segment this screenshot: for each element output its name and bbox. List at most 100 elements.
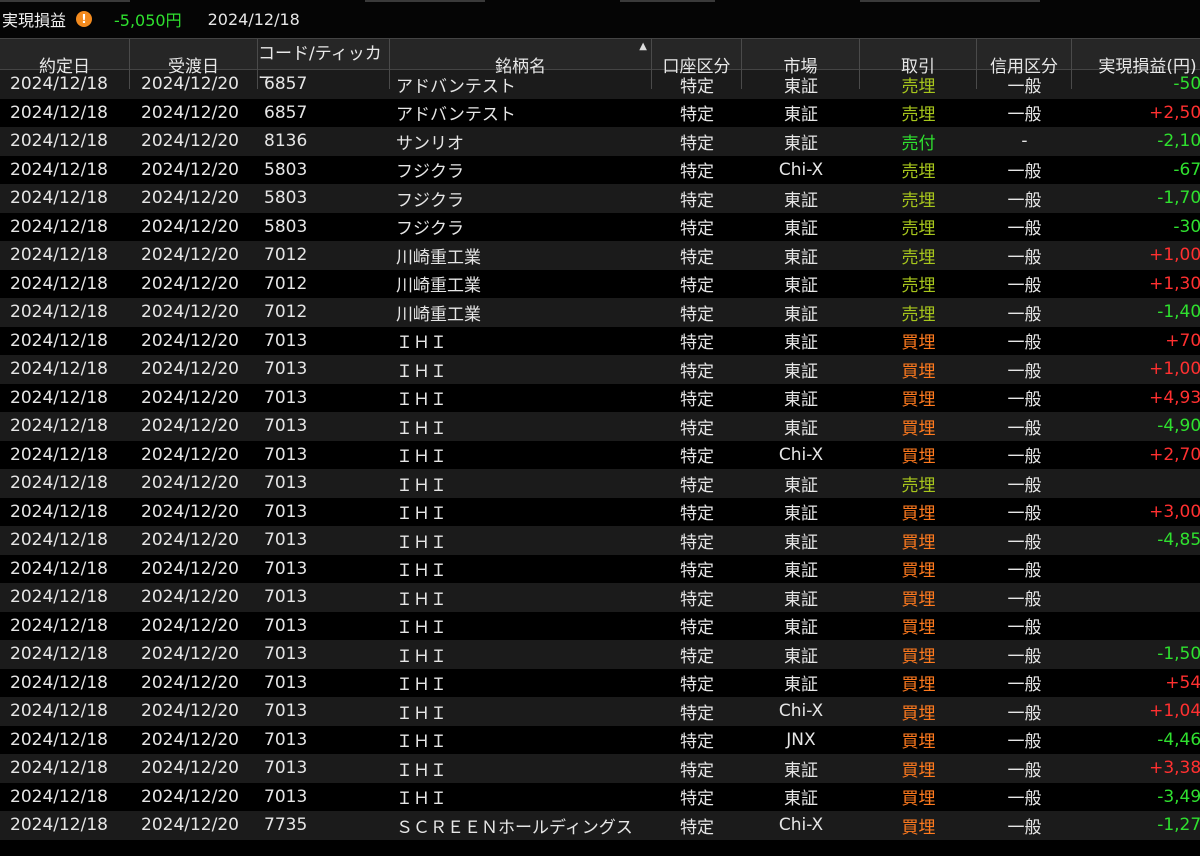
table-row[interactable]: 2024/12/18 2024/12/20 7735 ＳＣＲＥＥＮホールディングス 特定…	[0, 811, 1200, 840]
col-header-pnl[interactable]: 実現損益(円)	[1072, 39, 1200, 89]
pnl-cell: +3,000	[1149, 501, 1200, 522]
trade-type-cell: 売埋	[901, 304, 936, 325]
account-cell: 特定	[680, 447, 714, 468]
market-cell: 東証	[784, 390, 818, 411]
table-row[interactable]: 2024/12/18 2024/12/20 8136 サンリオ 特定 東証 売付 - -2,10…	[0, 127, 1200, 156]
credit-cell: 一般	[1007, 646, 1042, 667]
col-header-settle-date[interactable]: 受渡日	[130, 39, 258, 89]
credit-cell: 一般	[1007, 390, 1042, 411]
pnl-cell: -1,270	[1157, 815, 1200, 836]
trade-type-cell: 売埋	[901, 105, 936, 126]
table-row[interactable]: 2024/12/18 2024/12/20 7013 ＩＨＩ 特定 Chi-X 買埋 一般 +1…	[0, 697, 1200, 726]
col-header-trade-date[interactable]: 約定日	[0, 39, 130, 89]
name-cell: ＩＨＩ	[396, 333, 447, 354]
market-cell: 東証	[784, 418, 818, 439]
name-cell: ＩＨＩ	[396, 561, 447, 582]
code-cell: 7012	[264, 273, 308, 294]
settle-date-cell: 2024/12/20	[141, 815, 239, 836]
trade-date-cell: 2024/12/18	[10, 815, 108, 836]
credit-cell: 一般	[1007, 304, 1042, 325]
settle-date-cell: 2024/12/20	[141, 729, 239, 750]
trade-date-cell: 2024/12/18	[10, 587, 108, 608]
account-cell: 特定	[680, 190, 714, 211]
account-cell: 特定	[680, 789, 714, 810]
table-row[interactable]: 2024/12/18 2024/12/20 7013 ＩＨＩ 特定 東証 買埋 一般 -3,49…	[0, 782, 1200, 811]
trade-type-cell: 買埋	[901, 817, 936, 838]
trade-type-cell: 売埋	[901, 276, 936, 297]
table-row[interactable]: 2024/12/18 2024/12/20 7013 ＩＨＩ 特定 東証 買埋 一般 0	[0, 583, 1200, 612]
table-row[interactable]: 2024/12/18 2024/12/20 5803 フジクラ 特定 東証 売埋 一般 -300	[0, 212, 1200, 241]
credit-cell: -	[1021, 131, 1028, 152]
trade-date-cell: 2024/12/18	[10, 159, 108, 180]
top-divider	[620, 0, 715, 2]
market-cell: 東証	[784, 361, 818, 382]
warning-icon[interactable]: !	[76, 11, 93, 27]
trade-date-cell: 2024/12/18	[10, 786, 108, 807]
table-row[interactable]: 2024/12/18 2024/12/20 7013 ＩＨＩ 特定 東証 買埋 一般 +1,00…	[0, 355, 1200, 384]
name-cell: ＳＣＲＥＥＮホールディングス	[396, 817, 633, 838]
name-cell: ＩＨＩ	[396, 675, 447, 696]
market-cell: 東証	[784, 646, 818, 667]
name-cell: ＩＨＩ	[396, 760, 447, 781]
market-cell: Chi-X	[778, 815, 824, 836]
trade-type-cell: 売付	[901, 133, 936, 154]
credit-cell: 一般	[1007, 190, 1042, 211]
col-header-credit[interactable]: 信用区分	[977, 39, 1072, 89]
credit-cell: 一般	[1007, 247, 1042, 268]
account-cell: 特定	[680, 276, 714, 297]
name-cell: ＩＨＩ	[396, 390, 447, 411]
code-cell: 7013	[264, 444, 308, 465]
code-cell: 7012	[264, 302, 308, 323]
trade-date-cell: 2024/12/18	[10, 102, 108, 123]
table-row[interactable]: 2024/12/18 2024/12/20 5803 フジクラ 特定 東証 売埋 一般 -1,7…	[0, 184, 1200, 213]
code-cell: 7013	[264, 473, 308, 494]
code-cell: 7013	[264, 644, 308, 665]
account-cell: 特定	[680, 162, 714, 183]
trade-type-cell: 買埋	[901, 361, 936, 382]
table-row[interactable]: 2024/12/18 2024/12/20 7013 ＩＨＩ 特定 東証 買埋 一般 +700	[0, 326, 1200, 355]
name-cell: ＩＨＩ	[396, 589, 447, 610]
table-row[interactable]: 2024/12/18 2024/12/20 7012 川崎重工業 特定 東証 売埋 一般 +1,…	[0, 269, 1200, 298]
table-row[interactable]: 2024/12/18 2024/12/20 7013 ＩＨＩ 特定 東証 買埋 一般 +3,38…	[0, 754, 1200, 783]
table-row[interactable]: 2024/12/18 2024/12/20 7013 ＩＨＩ 特定 JNX 買埋 一般 -4,4…	[0, 725, 1200, 754]
col-header-market[interactable]: 市場	[742, 39, 860, 89]
trade-date-cell: 2024/12/18	[10, 701, 108, 722]
table-row[interactable]: 2024/12/18 2024/12/20 7013 ＩＨＩ 特定 東証 買埋 一般 -4,85…	[0, 526, 1200, 555]
market-cell: 東証	[784, 304, 818, 325]
table-row[interactable]: 2024/12/18 2024/12/20 7013 ＩＨＩ 特定 東証 買埋 一般 +540	[0, 668, 1200, 697]
market-cell: 東証	[784, 532, 818, 553]
credit-cell: 一般	[1007, 817, 1042, 838]
summary-value: -5,050円	[114, 11, 182, 30]
table-row[interactable]: 2024/12/18 2024/12/20 7013 ＩＨＩ 特定 東証 買埋 一般 0	[0, 611, 1200, 640]
market-cell: 東証	[784, 190, 818, 211]
table-row[interactable]: 2024/12/18 2024/12/20 7013 ＩＨＩ 特定 東証 売埋 一般 0	[0, 469, 1200, 498]
table-row[interactable]: 2024/12/18 2024/12/20 7013 ＩＨＩ 特定 Chi-X 買埋 一般 +2…	[0, 440, 1200, 469]
market-cell: 東証	[784, 504, 818, 525]
pnl-cell: +1,000	[1149, 359, 1200, 380]
table-row[interactable]: 2024/12/18 2024/12/20 7012 川崎重工業 特定 東証 売埋 一般 +1,…	[0, 241, 1200, 270]
table-row[interactable]: 2024/12/18 2024/12/20 7013 ＩＨＩ 特定 東証 買埋 一般 -4,90…	[0, 412, 1200, 441]
col-header-trade[interactable]: 取引	[860, 39, 977, 89]
col-header-name[interactable]: 銘柄名 ▲	[390, 39, 652, 89]
table-row[interactable]: 2024/12/18 2024/12/20 6857 アドバンテスト 特定 東証 売埋 一般 +…	[0, 98, 1200, 127]
table-row[interactable]: 2024/12/18 2024/12/20 7013 ＩＨＩ 特定 東証 買埋 一般 +4,93…	[0, 383, 1200, 412]
trade-type-cell: 買埋	[901, 504, 936, 525]
col-header-account[interactable]: 口座区分	[652, 39, 742, 89]
table-row[interactable]: 2024/12/18 2024/12/20 5803 フジクラ 特定 Chi-X 売埋 一般 -…	[0, 155, 1200, 184]
table-row[interactable]: 2024/12/18 2024/12/20 7013 ＩＨＩ 特定 東証 買埋 一般 +3,00…	[0, 497, 1200, 526]
code-cell: 7013	[264, 701, 308, 722]
trade-type-cell: 買埋	[901, 760, 936, 781]
credit-cell: 一般	[1007, 361, 1042, 382]
table-row[interactable]: 2024/12/18 2024/12/20 7013 ＩＨＩ 特定 東証 買埋 一般 -1,50…	[0, 640, 1200, 669]
trade-type-cell: 買埋	[901, 561, 936, 582]
table-row[interactable]: 2024/12/18 2024/12/20 7012 川崎重工業 特定 東証 売埋 一般 -1,…	[0, 298, 1200, 327]
code-cell: 7013	[264, 530, 308, 551]
trade-date-cell: 2024/12/18	[10, 387, 108, 408]
col-header-code[interactable]: コード/ティッカー	[258, 39, 390, 89]
table-row[interactable]: 2024/12/18 2024/12/20 7013 ＩＨＩ 特定 東証 買埋 一般 0	[0, 554, 1200, 583]
settle-date-cell: 2024/12/20	[141, 758, 239, 779]
name-cell: ＩＨＩ	[396, 618, 447, 639]
credit-cell: 一般	[1007, 532, 1042, 553]
code-cell: 7013	[264, 587, 308, 608]
account-cell: 特定	[680, 646, 714, 667]
